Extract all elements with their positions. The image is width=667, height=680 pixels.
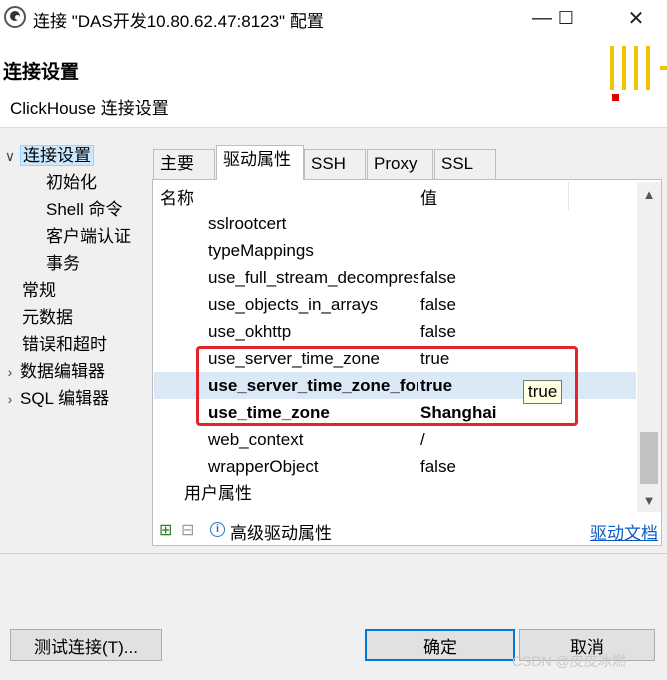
property-name: use_full_stream_decompression: [208, 268, 418, 287]
tree-item-metadata[interactable]: 元数据: [22, 304, 73, 331]
tree-item-transactions[interactable]: 事务: [46, 250, 80, 277]
app-logo-icon: [4, 6, 26, 28]
divider: [0, 553, 667, 554]
add-property-icon[interactable]: ⊞: [159, 520, 172, 540]
close-button[interactable]: ✕: [612, 0, 660, 36]
property-name: web_context: [208, 430, 304, 449]
tree-item-connection-settings[interactable]: ∨ 连接设置: [0, 142, 94, 169]
property-name: use_objects_in_arrays: [208, 295, 379, 314]
value-tooltip: true: [523, 380, 563, 404]
tab-ssh[interactable]: SSH: [304, 149, 366, 179]
tree-item-shell[interactable]: Shell 命令: [46, 196, 123, 223]
property-value[interactable]: /: [420, 426, 425, 453]
properties-table-header: 名称 值: [154, 182, 636, 210]
property-name: typeMappings: [208, 241, 314, 260]
chevron-right-icon[interactable]: ›: [0, 386, 20, 413]
remove-property-icon[interactable]: ⊟: [181, 520, 194, 540]
table-row[interactable]: wrapperObject false: [154, 453, 636, 480]
tab-driver-properties[interactable]: 驱动属性: [216, 145, 304, 180]
dialog-header: 连接设置 ClickHouse 连接设置: [0, 36, 667, 128]
table-group-user-properties[interactable]: 用户属性: [154, 480, 636, 507]
tree-item-client-auth[interactable]: 客户端认证: [46, 223, 131, 250]
tree-item-label: 数据编辑器: [20, 362, 105, 381]
tree-item-init[interactable]: 初始化: [46, 169, 97, 196]
group-label: 用户属性: [184, 484, 252, 503]
settings-tree: ∨ 连接设置 初始化 Shell 命令 客户端认证 事务 常规 元数据 错误和超时…: [0, 140, 146, 540]
chevron-right-icon[interactable]: ›: [0, 359, 20, 386]
table-row[interactable]: use_objects_in_arrays false: [154, 291, 636, 318]
property-value[interactable]: false: [420, 264, 456, 291]
tree-item-data-editor[interactable]: › 数据编辑器: [0, 358, 105, 385]
info-icon: i: [210, 522, 225, 537]
property-value[interactable]: false: [420, 453, 456, 480]
column-header-value[interactable]: 值: [420, 184, 437, 209]
column-divider[interactable]: [568, 182, 569, 210]
scroll-down-icon[interactable]: ▼: [637, 488, 661, 512]
annotation-highlight-box: [196, 346, 578, 426]
watermark: CSDN @皮皮冰燃: [512, 653, 626, 669]
property-value[interactable]: false: [420, 291, 456, 318]
property-name: use_okhttp: [208, 322, 292, 341]
title-bar: 连接 "DAS开发10.80.62.47:8123" 配置 — ☐ ✕: [0, 0, 667, 36]
table-row[interactable]: use_full_stream_decompression false: [154, 264, 636, 291]
maximize-button[interactable]: ☐: [542, 0, 590, 36]
tree-item-label: 连接设置: [20, 145, 94, 166]
tree-item-sql-editor[interactable]: › SQL 编辑器: [0, 385, 109, 412]
window-title: 连接 "DAS开发10.80.62.47:8123" 配置: [33, 12, 324, 31]
scroll-thumb[interactable]: [640, 432, 658, 484]
tab-main[interactable]: 主要: [153, 149, 215, 179]
tab-proxy[interactable]: Proxy: [367, 149, 433, 179]
driver-docs-link[interactable]: 驱动文档: [590, 519, 658, 544]
ok-button[interactable]: 确定: [365, 629, 515, 661]
page-title: 连接设置: [3, 62, 80, 83]
chevron-down-icon[interactable]: ∨: [0, 143, 20, 170]
table-row[interactable]: web_context /: [154, 426, 636, 453]
tree-item-errors-timeouts[interactable]: 错误和超时: [22, 331, 107, 358]
scroll-up-icon[interactable]: ▲: [637, 182, 661, 206]
table-scrollbar[interactable]: ▲ ▼: [637, 182, 661, 512]
property-value[interactable]: false: [420, 318, 456, 345]
table-row[interactable]: sslrootcert: [154, 210, 636, 237]
test-connection-button[interactable]: 测试连接(T)...: [10, 629, 162, 661]
column-header-name[interactable]: 名称: [160, 184, 194, 209]
tree-item-general[interactable]: 常规: [22, 277, 56, 304]
clickhouse-logo-icon: [610, 46, 667, 101]
tree-item-label: SQL 编辑器: [20, 389, 110, 408]
tab-ssl[interactable]: SSL: [434, 149, 496, 179]
table-row[interactable]: use_okhttp false: [154, 318, 636, 345]
table-row[interactable]: typeMappings: [154, 237, 636, 264]
panel-footer: ⊞ ⊟ i 高级驱动属性 驱动文档: [154, 515, 660, 545]
advanced-driver-properties-label[interactable]: 高级驱动属性: [230, 519, 332, 544]
property-name: sslrootcert: [208, 214, 287, 233]
property-name: wrapperObject: [208, 457, 319, 476]
page-subtitle: ClickHouse 连接设置: [10, 99, 169, 118]
